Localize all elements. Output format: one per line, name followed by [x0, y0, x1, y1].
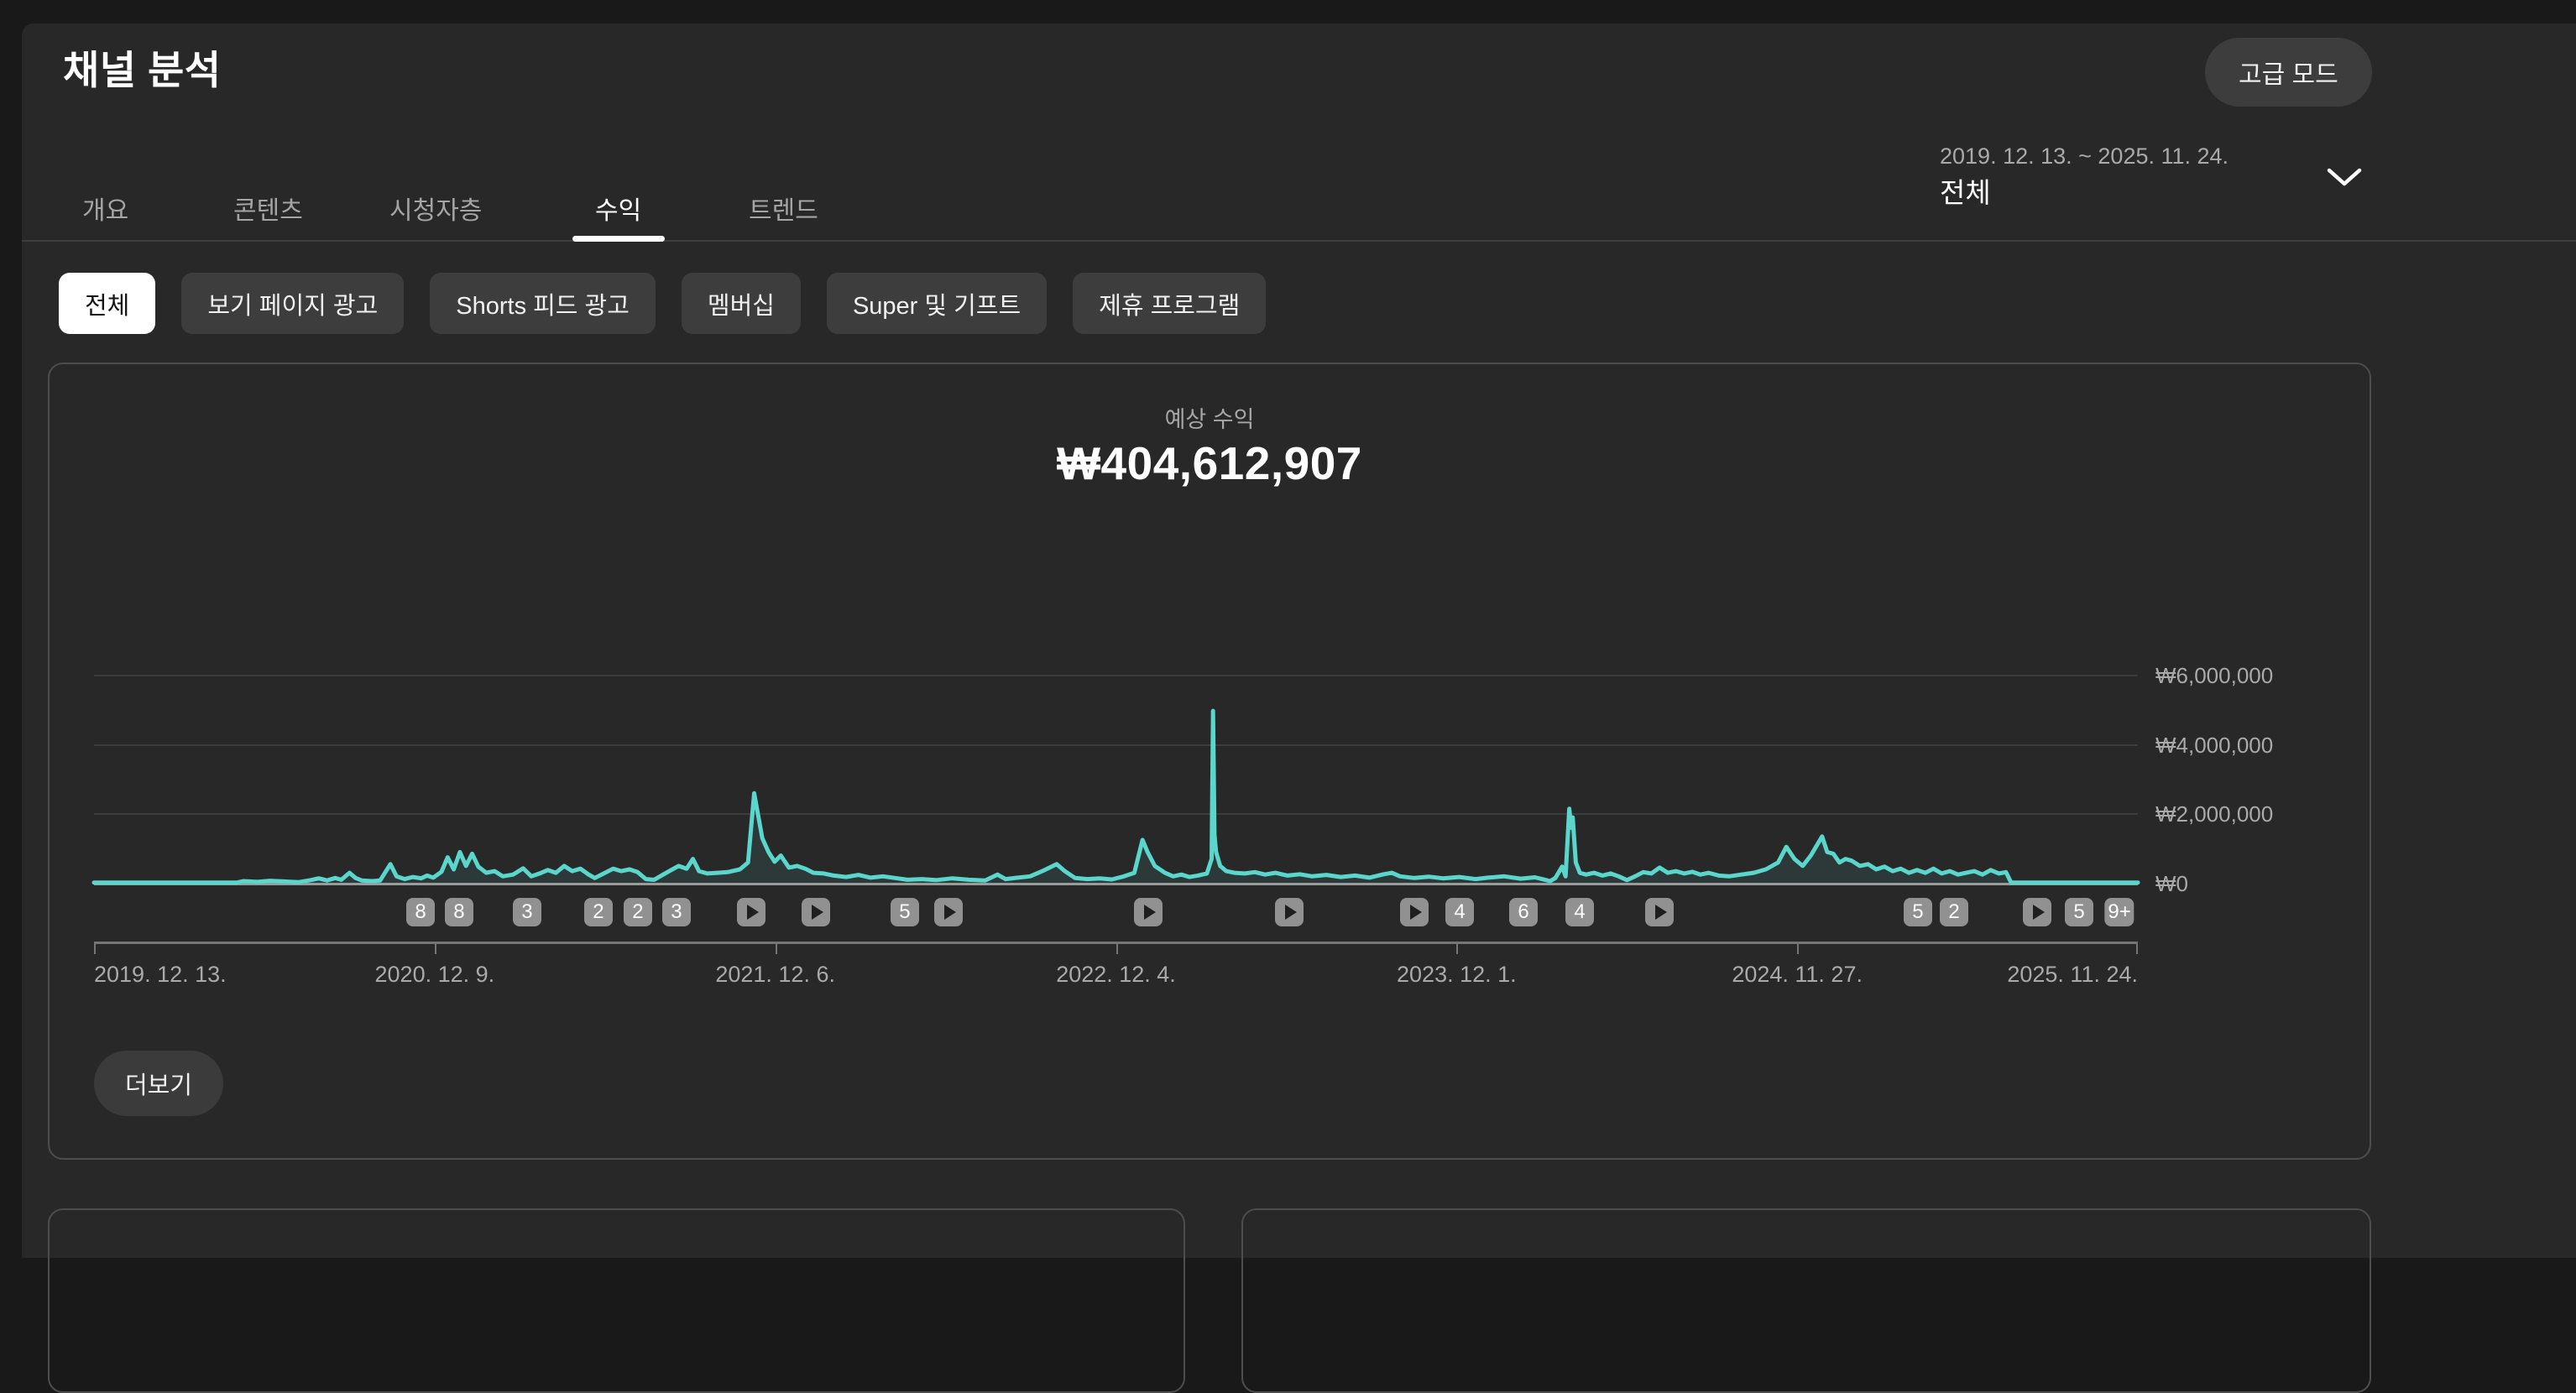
video-marker-play[interactable] — [934, 898, 963, 926]
y-axis-label: ₩0 — [2155, 870, 2188, 897]
x-axis-tick — [435, 942, 436, 954]
x-axis-tick — [776, 942, 777, 954]
tabs-divider — [22, 240, 2576, 242]
tab-4[interactable]: 수익 — [595, 193, 641, 230]
x-axis-label: 2024. 11. 27. — [1732, 962, 1863, 988]
x-axis-label: 2022. 12. 4. — [1056, 962, 1176, 988]
video-marker-play[interactable] — [737, 898, 765, 926]
metric-label: 예상 수익 — [50, 401, 2370, 434]
revenue-filter-chip-4[interactable]: 멤버십 — [682, 273, 801, 334]
video-marker-count[interactable]: 5 — [2065, 898, 2093, 926]
analytics-tabs: 개요 콘텐츠 시청자층 수익 트렌드 — [22, 188, 2576, 242]
video-marker-play[interactable] — [802, 898, 830, 926]
play-icon — [944, 905, 956, 920]
secondary-card-right — [1241, 1208, 2371, 1393]
tab-1[interactable]: 개요 — [82, 193, 128, 230]
play-icon — [1144, 905, 1156, 920]
revenue-chart-card: 예상 수익 ₩404,612,907 ₩6,000,000 ₩4,000,000 ₩… — [48, 363, 2371, 1160]
video-marker-play[interactable] — [1400, 898, 1429, 926]
x-axis-label: 2023. 12. 1. — [1397, 962, 1517, 988]
play-icon — [1410, 905, 1422, 920]
video-marker-count[interactable]: 8 — [445, 898, 473, 926]
x-axis-tick — [1797, 942, 1799, 954]
revenue-filter-chip-2[interactable]: 보기 페이지 광고 — [181, 273, 404, 334]
analytics-panel: 채널 분석 고급 모드 2019. 12. 13. ~ 2025. 11. 24… — [22, 23, 2576, 1258]
x-axis-label: 2025. 11. 24. — [2007, 962, 2138, 988]
tab-3[interactable]: 시청자층 — [389, 193, 482, 230]
advanced-mode-button[interactable]: 고급 모드 — [2205, 38, 2372, 107]
x-axis-label: 2021. 12. 6. — [715, 962, 835, 988]
video-marker-count[interactable]: 5 — [1904, 898, 1932, 926]
video-marker-count[interactable]: 8 — [406, 898, 435, 926]
revenue-filter-chip-1[interactable]: 전체 — [59, 273, 155, 334]
video-marker-count[interactable]: 9+ — [2104, 898, 2134, 926]
play-icon — [747, 905, 759, 920]
x-axis-label: 2019. 12. 13. — [94, 962, 227, 988]
y-axis-label: ₩4,000,000 — [2155, 732, 2273, 759]
x-axis-tick — [94, 942, 96, 954]
x-axis-label: 2020. 12. 9. — [375, 962, 495, 988]
video-marker-count[interactable]: 2 — [1940, 898, 1968, 926]
video-marker-count[interactable]: 3 — [513, 898, 541, 926]
video-marker-row: 88322354645259+ — [94, 898, 2138, 926]
video-marker-play[interactable] — [1645, 898, 1674, 926]
tab-5[interactable]: 트렌드 — [749, 193, 818, 230]
revenue-filter-chip-3[interactable]: Shorts 피드 광고 — [430, 273, 656, 334]
x-axis-tick — [1116, 942, 1118, 954]
active-tab-underline — [572, 236, 665, 242]
play-icon — [1285, 905, 1297, 920]
revenue-filter-chips: 전체 보기 페이지 광고 Shorts 피드 광고 멤버십 Super 및 기프트 제휴 … — [59, 273, 1266, 334]
video-marker-count[interactable]: 2 — [624, 898, 652, 926]
video-marker-count[interactable]: 4 — [1445, 898, 1474, 926]
video-marker-count[interactable]: 6 — [1509, 898, 1538, 926]
x-axis-tick — [1456, 942, 1458, 954]
video-marker-count[interactable]: 3 — [662, 898, 691, 926]
see-more-button[interactable]: 더보기 — [94, 1051, 223, 1116]
revenue-filter-chip-6[interactable]: 제휴 프로그램 — [1073, 273, 1266, 334]
video-marker-play[interactable] — [1275, 898, 1304, 926]
video-marker-play[interactable] — [2023, 898, 2051, 926]
revenue-area-fill — [94, 711, 2138, 883]
video-marker-count[interactable]: 4 — [1565, 898, 1594, 926]
video-marker-count[interactable]: 5 — [891, 898, 919, 926]
play-icon — [812, 905, 823, 920]
y-axis-label: ₩2,000,000 — [2155, 801, 2273, 827]
video-marker-play[interactable] — [1134, 898, 1163, 926]
metric-value: ₩404,612,907 — [50, 436, 2370, 490]
x-axis-tick — [2136, 942, 2138, 954]
revenue-chart-plot[interactable] — [94, 656, 2138, 885]
y-axis-label: ₩6,000,000 — [2155, 662, 2273, 689]
play-icon — [1655, 905, 1667, 920]
secondary-card-left — [48, 1208, 1185, 1393]
revenue-filter-chip-5[interactable]: Super 및 기프트 — [827, 273, 1047, 334]
page-title: 채널 분석 — [63, 44, 222, 97]
play-icon — [2033, 905, 2045, 920]
video-marker-count[interactable]: 2 — [584, 898, 613, 926]
chevron-down-icon — [2325, 166, 2364, 188]
tab-2[interactable]: 콘텐츠 — [233, 193, 303, 230]
